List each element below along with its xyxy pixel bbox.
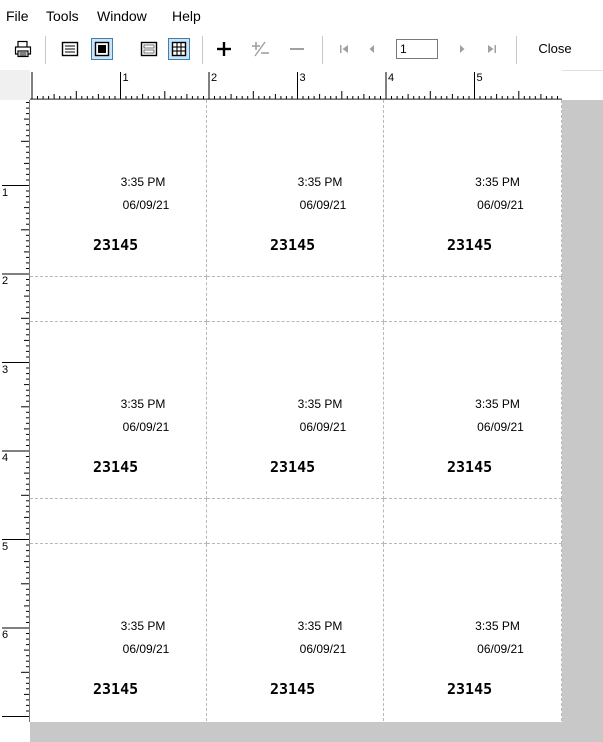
- ruler-number: 4: [2, 452, 9, 464]
- label-gap: [30, 499, 207, 544]
- label-time: 3:35 PM: [475, 175, 520, 189]
- single-page-button[interactable]: [59, 38, 81, 60]
- label-cell: 3:35 PM 06/09/21 23145: [207, 322, 384, 499]
- menu-bar: File Tools Window Help: [0, 0, 603, 30]
- label-time: 3:35 PM: [297, 175, 343, 189]
- label-gap: [384, 499, 562, 544]
- toolbar-separator: [45, 36, 46, 64]
- label-code: 23145: [447, 680, 493, 698]
- close-button[interactable]: Close: [530, 37, 580, 61]
- label-cell: 3:35 PM 06/09/21 23145: [207, 100, 384, 277]
- menu-help[interactable]: Help: [172, 8, 201, 24]
- horizontal-ruler: 1 2 3 4 5: [30, 70, 562, 100]
- toolbar: 1 Close: [0, 30, 603, 71]
- ruler-corner: [0, 70, 30, 100]
- label-code: 23145: [270, 680, 316, 698]
- toolbar-separator: [322, 36, 323, 64]
- ruler-bottom-strip: [0, 722, 30, 742]
- label-code: 23145: [447, 236, 493, 254]
- zoom-out-icon: [290, 48, 304, 50]
- fit-page-icon: [94, 41, 110, 57]
- label-time: 3:35 PM: [475, 397, 520, 411]
- label-date: 06/09/21: [477, 198, 524, 212]
- label-cell: 3:35 PM 06/09/21 23145: [384, 100, 562, 277]
- zoom-toggle-icon: [252, 41, 269, 57]
- label-code: 23145: [93, 458, 139, 476]
- menu-file[interactable]: File: [6, 8, 29, 24]
- toolbar-separator: [516, 36, 517, 64]
- ruler-number: 2: [211, 72, 218, 84]
- label-grid: 3:35 PM 06/09/21 23145 3:35 PM 06/09/21 23145…: [30, 100, 562, 722]
- print-button[interactable]: [12, 38, 34, 60]
- vertical-ruler: 1 2 3 4 5 6: [0, 100, 30, 722]
- label-gap: [207, 499, 384, 544]
- previous-page-icon: [369, 45, 374, 53]
- ruler-number: 3: [2, 363, 9, 376]
- label-grid-icon: [140, 41, 158, 57]
- print-icon: [14, 40, 32, 58]
- label-date: 06/09/21: [477, 420, 524, 434]
- first-page-button[interactable]: [333, 38, 355, 60]
- toolbar-separator: [202, 36, 203, 64]
- ruler-number: 1: [2, 186, 9, 199]
- ruler-number: 5: [476, 72, 483, 84]
- table-grid-button[interactable]: [168, 38, 190, 60]
- previous-page-button[interactable]: [361, 38, 383, 60]
- label-gap: [207, 277, 384, 322]
- first-page-icon: [340, 45, 348, 53]
- ruler-number: 4: [388, 72, 395, 84]
- ruler-number: 1: [122, 72, 129, 84]
- menu-window[interactable]: Window: [97, 8, 147, 24]
- fit-page-button[interactable]: [91, 38, 113, 60]
- label-code: 23145: [270, 458, 316, 476]
- label-date: 06/09/21: [477, 642, 524, 656]
- label-code: 23145: [447, 458, 493, 476]
- label-grid-button[interactable]: [138, 38, 160, 60]
- last-page-icon: [488, 45, 496, 53]
- label-cell: 3:35 PM 06/09/21 23145: [384, 322, 562, 499]
- label-code: 23145: [93, 236, 139, 254]
- label-cell: 3:35 PM 06/09/21 23145: [30, 100, 207, 277]
- label-cell: 3:35 PM 06/09/21 23145: [207, 544, 384, 721]
- label-time: 3:35 PM: [120, 175, 166, 189]
- label-cell: 3:35 PM 06/09/21 23145: [30, 544, 207, 721]
- ruler-number: 6: [2, 629, 9, 641]
- zoom-in-icon: [217, 42, 231, 56]
- ruler-number: 3: [299, 72, 306, 84]
- label-time: 3:35 PM: [120, 397, 166, 411]
- label-cell: 3:35 PM 06/09/21 23145: [384, 544, 562, 721]
- zoom-toggle-button[interactable]: [249, 38, 271, 60]
- label-time: 3:35 PM: [475, 619, 520, 633]
- label-code: 23145: [270, 236, 316, 254]
- label-cell: 3:35 PM 06/09/21 23145: [30, 322, 207, 499]
- page-number-input[interactable]: 1: [396, 39, 438, 59]
- next-page-button[interactable]: [451, 38, 473, 60]
- label-time: 3:35 PM: [120, 619, 166, 633]
- label-gap: [30, 277, 207, 322]
- ruler-number: 5: [2, 540, 9, 553]
- label-time: 3:35 PM: [297, 619, 343, 633]
- label-time: 3:35 PM: [297, 397, 343, 411]
- label-gap: [384, 277, 562, 322]
- last-page-button[interactable]: [481, 38, 503, 60]
- table-grid-icon: [171, 41, 187, 57]
- menu-tools[interactable]: Tools: [46, 8, 79, 24]
- zoom-out-button[interactable]: [286, 38, 308, 60]
- ruler-number: 2: [2, 275, 9, 287]
- zoom-in-button[interactable]: [213, 38, 235, 60]
- next-page-icon: [460, 45, 465, 53]
- label-code: 23145: [93, 680, 139, 698]
- single-page-icon: [61, 41, 79, 57]
